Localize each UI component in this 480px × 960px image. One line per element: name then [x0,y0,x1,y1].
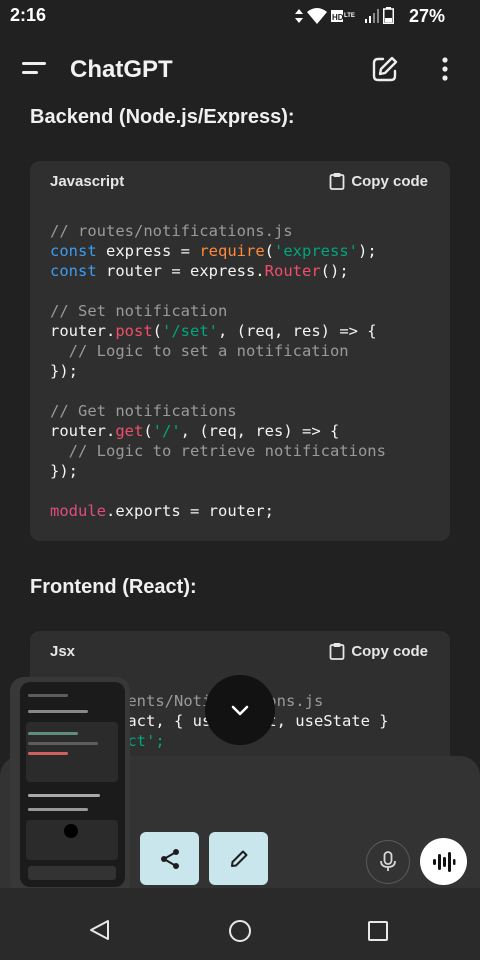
hd-lte-icon: HD LTE [331,9,355,22]
system-nav-bar [0,888,480,960]
code-language-label: Jsx [50,643,76,660]
home-icon[interactable] [229,920,251,942]
data-arrows-icon [295,8,303,23]
microphone-button[interactable] [366,840,410,884]
copy-code-button[interactable]: Copy code [329,172,428,190]
edit-button[interactable] [209,832,268,885]
back-icon[interactable] [88,918,112,942]
voice-mode-button[interactable] [420,838,467,885]
chevron-down-icon [231,705,249,716]
screenshot-thumbnail[interactable] [20,682,125,887]
svg-text:HD: HD [332,13,344,22]
new-chat-button[interactable] [370,54,400,84]
floating-preview[interactable] [10,677,130,897]
signal-icon [365,8,379,23]
copy-code-label: Copy code [351,642,428,660]
wifi-icon [307,7,327,24]
copy-code-button[interactable]: Copy code [329,642,428,660]
more-options-button[interactable] [432,54,458,84]
code-language-label: Javascript [50,173,125,190]
menu-button[interactable] [20,54,50,84]
hamburger-icon [22,62,46,74]
section-heading-backend: Backend (Node.js/Express): [30,106,295,128]
code-block-backend: Javascript Copy code // routes/notificat… [30,161,450,541]
clipboard-icon [329,173,345,190]
status-time: 2:16 [10,5,47,25]
status-bar: 2:16 HD LTE 27% [0,0,480,32]
compose-icon [372,56,398,82]
svg-text:LTE: LTE [344,13,355,19]
status-icons: HD LTE [295,7,394,24]
share-button[interactable] [140,832,199,885]
app-title: ChatGPT [70,56,173,83]
pencil-icon [230,850,247,867]
battery-percent: 27% [408,6,445,26]
copy-code-label: Copy code [351,172,428,190]
share-icon [160,848,179,869]
code-block-header: Javascript Copy code [30,161,450,201]
app-header: ChatGPT [0,32,480,106]
recents-icon[interactable] [368,921,388,941]
waveform-icon [432,851,455,872]
more-vertical-icon [442,57,448,81]
microphone-icon [380,851,396,871]
battery-icon [383,7,394,24]
code-block-header: Jsx Copy code [30,631,450,671]
code-body: // routes/notifications.js const express… [50,222,386,520]
section-heading-frontend: Frontend (React): [30,576,197,598]
clipboard-icon [329,643,345,660]
scroll-down-button[interactable] [205,675,275,745]
